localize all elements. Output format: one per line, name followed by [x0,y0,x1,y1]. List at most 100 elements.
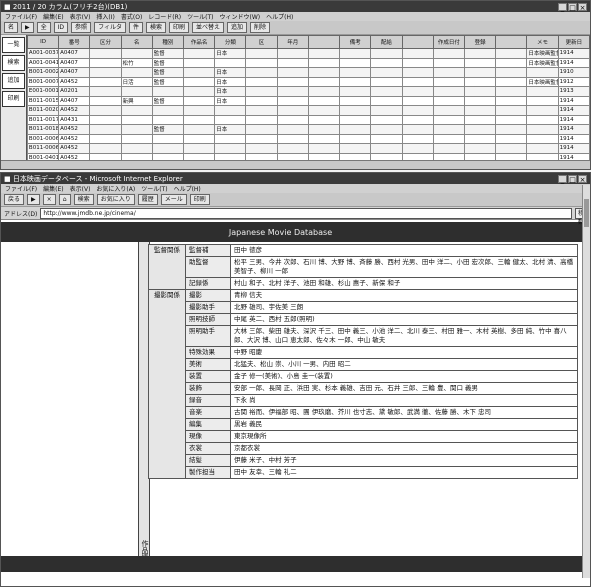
table-cell[interactable]: 1913 [557,86,590,97]
table-cell[interactable]: A0452 [58,105,91,116]
column-header[interactable]: 区 [245,35,278,49]
table-cell[interactable] [89,57,122,68]
table-cell[interactable] [89,76,122,87]
table-cell[interactable] [183,48,216,59]
column-header[interactable]: 作品名 [183,35,216,49]
table-cell[interactable]: B011-0018 [26,124,60,135]
table-cell[interactable] [276,57,309,68]
menu-view[interactable]: 表示(V) [70,184,91,193]
forward-button[interactable]: ▶ [27,194,40,205]
table-cell[interactable] [214,143,247,154]
table-cell[interactable]: A0452 [58,124,91,135]
table-cell[interactable] [276,124,309,135]
toolbar-button[interactable]: 件 [128,22,143,33]
table-cell[interactable] [370,105,403,116]
table-cell[interactable] [339,114,372,125]
table-cell[interactable] [245,133,278,144]
table-cell[interactable] [401,124,434,135]
table-cell[interactable]: A0431 [58,114,91,125]
table-cell[interactable]: 監督 [151,67,185,78]
table-cell[interactable]: A0407 [58,48,91,59]
column-header[interactable]: 作成日付 [432,35,465,49]
table-cell[interactable] [432,105,465,116]
table-cell[interactable] [245,67,278,78]
table-cell[interactable] [401,76,434,87]
table-cell[interactable]: B001-0007 [26,76,60,87]
table-cell[interactable]: 1914 [557,95,590,106]
table-cell[interactable] [401,133,434,144]
menu-tools[interactable]: ツール(T) [141,184,167,193]
table-cell[interactable] [401,48,434,59]
table-cell[interactable] [370,95,403,106]
table-cell[interactable] [89,114,122,125]
table-cell[interactable] [401,67,434,78]
table-cell[interactable] [183,95,216,106]
table-cell[interactable]: A0452 [58,143,91,154]
table-cell[interactable]: 監督 [151,124,185,135]
table-cell[interactable] [89,124,122,135]
menu-help[interactable]: ヘルプ(H) [174,184,201,193]
table-row[interactable]: E001-0001 A0201 日本 1913 [26,86,590,97]
table-cell[interactable] [151,114,185,125]
table-cell[interactable] [495,143,528,154]
column-header[interactable] [401,35,434,49]
table-cell[interactable] [401,86,434,97]
table-cell[interactable] [463,143,497,154]
menu-edit[interactable]: 編集(E) [43,12,63,21]
toolbar-button[interactable]: フィルタ [94,22,126,33]
nav-button[interactable]: 一覧 [2,37,25,53]
table-cell[interactable] [245,124,278,135]
table-cell[interactable] [339,86,372,97]
menu-insert[interactable]: 挿入(I) [96,12,114,21]
table-cell[interactable] [401,143,434,154]
home-button[interactable]: ⌂ [58,194,71,205]
table-cell[interactable] [401,105,434,116]
table-cell[interactable] [432,48,465,59]
table-cell[interactable]: 日本映画監督協会 [526,48,559,59]
table-cell[interactable] [432,114,465,125]
column-header[interactable]: 登録 [463,35,497,49]
table-cell[interactable] [526,86,559,97]
table-cell[interactable] [183,57,216,68]
table-cell[interactable] [463,105,497,116]
table-cell[interactable] [307,114,341,125]
table-cell[interactable] [495,95,528,106]
table-cell[interactable]: 1910 [557,67,590,78]
table-cell[interactable]: 1914 [557,143,590,154]
table-cell[interactable] [495,57,528,68]
table-row[interactable]: B011-0017 A0431 1914 [26,114,590,125]
table-cell[interactable] [89,48,122,59]
table-cell[interactable] [307,124,341,135]
column-header[interactable]: 更新日 [557,35,590,49]
table-cell[interactable] [463,48,497,59]
column-header[interactable] [307,35,341,49]
table-cell[interactable] [495,67,528,78]
menu-help[interactable]: ヘルプ(H) [266,12,293,21]
nav-button[interactable]: 検索 [2,55,25,71]
menu-view[interactable]: 表示(V) [70,12,91,21]
table-cell[interactable] [276,105,309,116]
table-cell[interactable] [183,76,216,87]
table-cell[interactable] [463,95,497,106]
table-cell[interactable]: A0201 [58,86,91,97]
table-cell[interactable]: B011-0020 [26,105,60,116]
scrollbar-thumb[interactable] [584,199,589,227]
column-header[interactable]: 区分 [89,35,122,49]
toolbar-button[interactable]: 検索 [145,22,166,33]
menu-favorites[interactable]: お気に入り(A) [96,184,135,193]
table-cell[interactable] [463,76,497,87]
table-cell[interactable]: 1914 [557,133,590,144]
table-cell[interactable] [307,48,341,59]
table-cell[interactable] [183,124,216,135]
table-cell[interactable] [339,133,372,144]
table-cell[interactable]: 監督 [151,76,185,87]
table-cell[interactable] [339,95,372,106]
table-cell[interactable]: B001-0002 [26,67,60,78]
toolbar-button[interactable]: 削除 [250,22,271,33]
table-cell[interactable]: 日本 [214,48,247,59]
table-cell[interactable] [463,86,497,97]
column-header[interactable]: 種別 [151,35,185,49]
table-cell[interactable]: 監督 [151,95,185,106]
table-cell[interactable]: 日本 [214,86,247,97]
column-header[interactable]: 番号 [58,35,91,49]
